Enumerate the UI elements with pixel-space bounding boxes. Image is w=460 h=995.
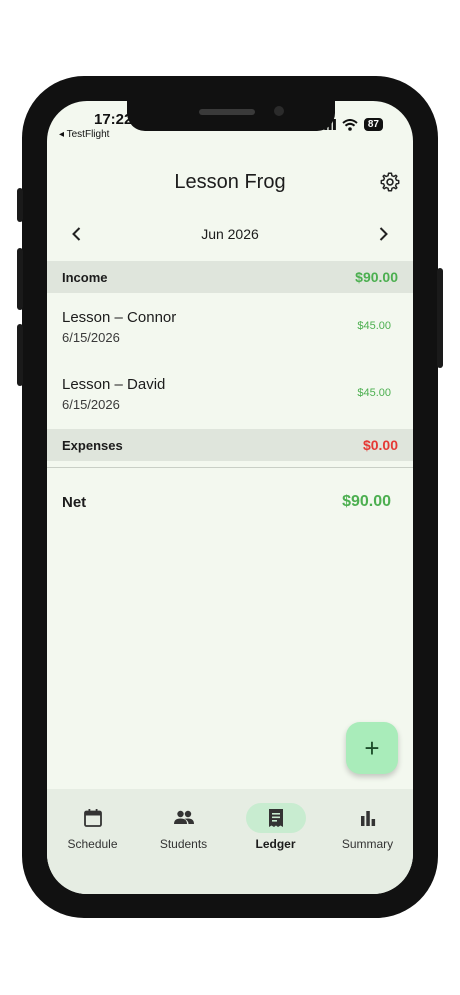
page-title: Lesson Frog <box>174 171 286 193</box>
chevron-right-icon[interactable] <box>373 224 393 244</box>
app-header: Lesson Frog <box>47 161 413 205</box>
net-total: $90.00 <box>342 493 391 510</box>
phone-notch <box>127 101 335 131</box>
net-row: Net $90.00 <box>47 489 413 519</box>
tab-icon-container <box>338 803 398 833</box>
divider <box>47 467 413 468</box>
income-label: Income <box>62 270 108 285</box>
app-screen: 17:22 ◂ TestFlight 87 Lesson Frog Jun 20… <box>47 101 413 894</box>
tab-label: Students <box>159 837 208 851</box>
phone-silent-switch <box>17 188 23 222</box>
bottom-tab-bar: Schedule Students Ledger Summary <box>47 789 413 894</box>
income-section-header: Income $90.00 <box>47 261 413 293</box>
testflight-back-link[interactable]: ◂ TestFlight <box>59 129 109 140</box>
tab-summary[interactable]: Summary <box>322 789 413 859</box>
tab-schedule[interactable]: Schedule <box>47 789 138 859</box>
net-label: Net <box>62 494 87 511</box>
tab-label: Summary <box>341 837 394 851</box>
phone-volume-down <box>17 324 23 386</box>
speaker-grille <box>199 109 255 115</box>
expenses-section-header: Expenses $0.00 <box>47 429 413 461</box>
people-icon <box>173 810 194 824</box>
receipt-icon <box>268 809 283 827</box>
tab-ledger[interactable]: Ledger <box>230 789 321 859</box>
list-item[interactable]: Lesson – David 6/15/2026 $45.00 <box>47 360 413 426</box>
tab-icon-container <box>154 803 214 833</box>
battery-indicator: 87 <box>363 118 383 131</box>
entry-amount: $45.00 <box>357 387 391 399</box>
tab-students[interactable]: Students <box>138 789 229 859</box>
tab-label: Ledger <box>255 837 296 851</box>
calendar-icon <box>83 809 102 827</box>
entry-name: Lesson – Connor <box>62 309 177 326</box>
tab-icon-container <box>245 803 306 833</box>
gear-icon[interactable] <box>379 171 401 193</box>
phone-power-button <box>437 268 443 368</box>
add-entry-button[interactable]: + <box>346 722 398 774</box>
entry-amount: $45.00 <box>357 320 391 332</box>
entry-date: 6/15/2026 <box>62 330 120 345</box>
month-navigator: Jun 2026 <box>47 219 413 249</box>
bar-chart-icon <box>360 811 375 826</box>
front-camera <box>274 106 284 116</box>
list-item[interactable]: Lesson – Connor 6/15/2026 $45.00 <box>47 293 413 359</box>
wifi-icon <box>342 118 358 131</box>
tab-label: Schedule <box>67 837 118 851</box>
entry-name: Lesson – David <box>62 376 166 393</box>
entry-date: 6/15/2026 <box>62 397 120 412</box>
expenses-total: $0.00 <box>362 437 398 453</box>
expenses-label: Expenses <box>62 438 123 453</box>
month-label: Jun 2026 <box>201 226 259 242</box>
phone-volume-up <box>17 248 23 310</box>
tab-icon-container <box>63 803 123 833</box>
income-total: $90.00 <box>355 269 398 285</box>
